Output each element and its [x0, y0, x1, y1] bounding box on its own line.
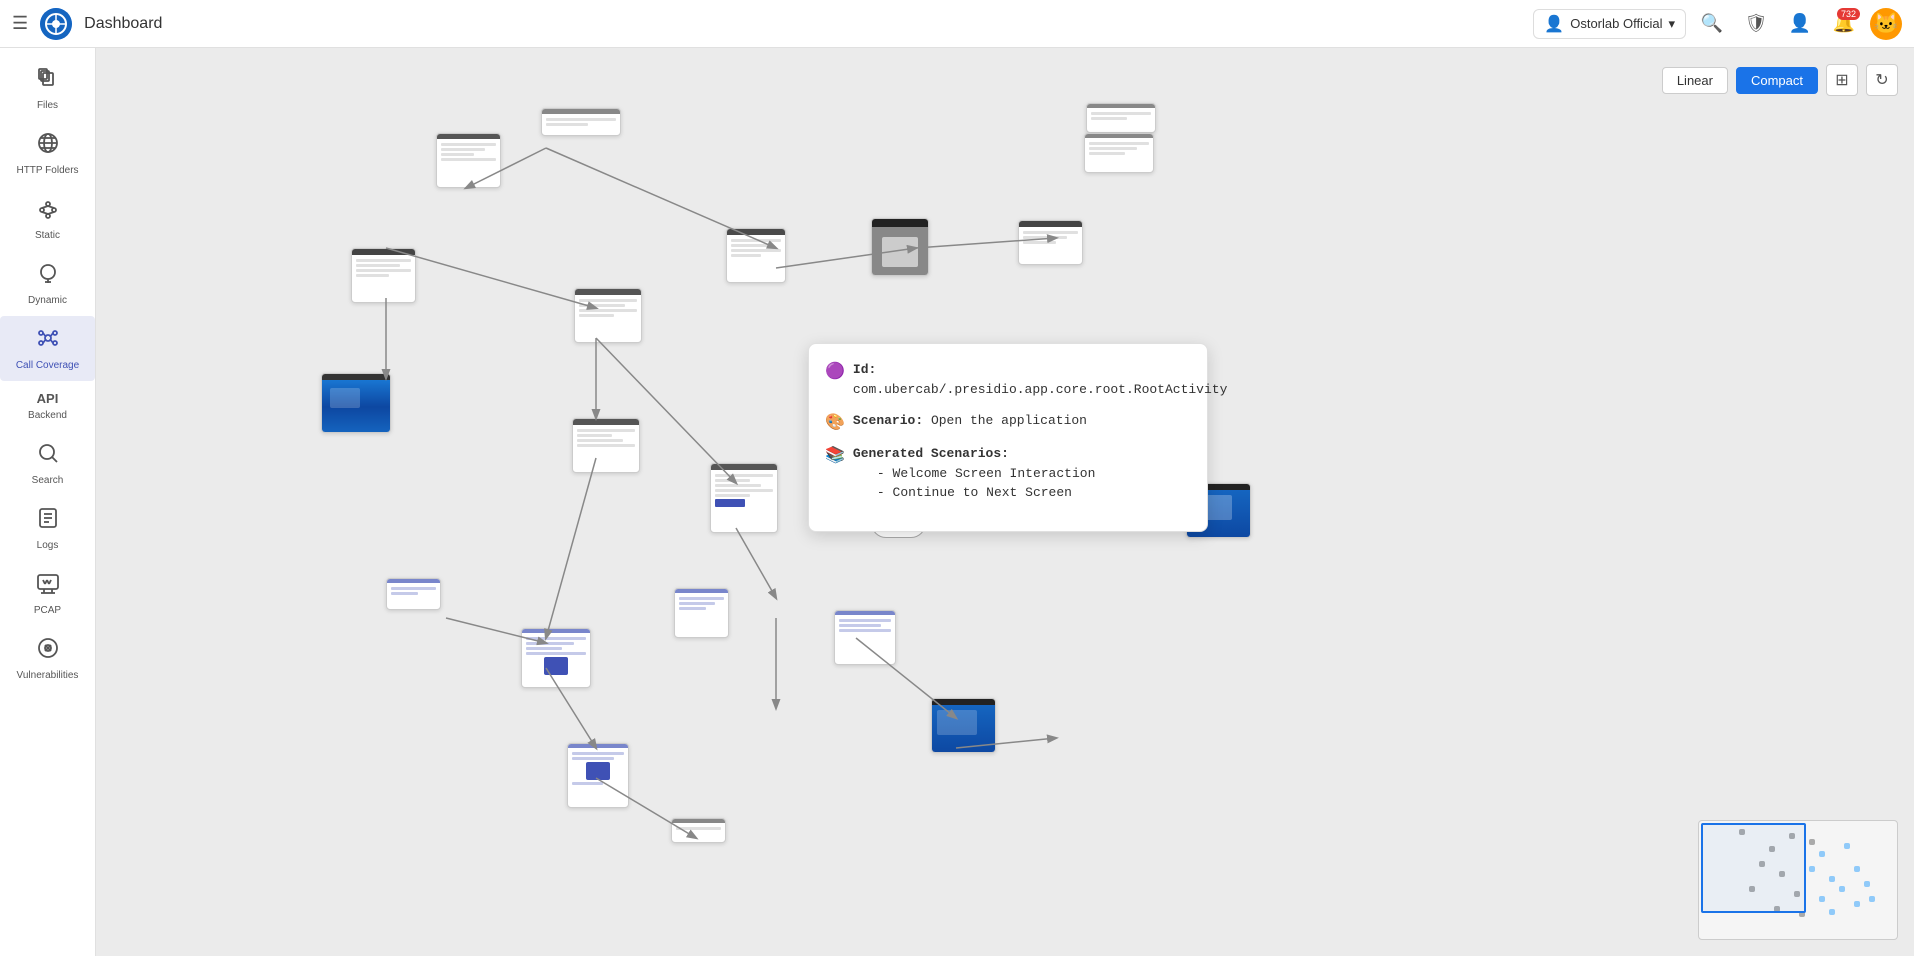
files-icon	[36, 66, 60, 96]
node-center-flow-2[interactable]	[572, 418, 640, 473]
canvas-area[interactable]: Linear Compact ⊞ ↻	[96, 48, 1914, 956]
sidebar-item-vulnerabilities[interactable]: Vulnerabilities	[0, 626, 95, 691]
refresh-button[interactable]: ↻	[1866, 64, 1898, 96]
node-bottom-center[interactable]	[710, 463, 778, 533]
sidebar-item-logs[interactable]: Logs	[0, 496, 95, 561]
profile-button[interactable]: 👤	[1782, 6, 1818, 42]
notifications-button[interactable]: 🔔 732	[1826, 6, 1862, 42]
sidebar-item-pcap[interactable]: PCAP	[0, 561, 95, 626]
tooltip-scenario-text: Scenario: Open the application	[853, 411, 1087, 431]
sidebar-item-backend[interactable]: API Backend	[0, 381, 95, 431]
org-name: Ostorlab Official	[1570, 16, 1662, 31]
sidebar-item-search[interactable]: Search	[0, 431, 95, 496]
search-button[interactable]: 🔍	[1694, 6, 1730, 42]
tooltip-id-icon: 🟣	[825, 361, 845, 381]
compact-layout-button[interactable]: Compact	[1736, 67, 1818, 94]
node-center-flow-1[interactable]	[574, 288, 642, 343]
tooltip-generated-items: - Welcome Screen Interaction - Continue …	[853, 464, 1095, 503]
page-title: Dashboard	[84, 15, 1521, 33]
nav-right: 👤 Ostorlab Official ▾ 🔍 🛡 👤 🔔 732 🐱	[1533, 6, 1902, 42]
nav-logo	[40, 8, 72, 40]
user-avatar[interactable]: 🐱	[1870, 8, 1902, 40]
sidebar-label-files: Files	[37, 100, 58, 111]
sidebar-label-vulnerabilities: Vulnerabilities	[17, 670, 79, 681]
node-center-screen[interactable]	[726, 228, 786, 283]
node-left-screenshot[interactable]	[321, 373, 391, 433]
sidebar: Files HTTP Folders	[0, 48, 96, 956]
shield-button[interactable]: 🛡	[1738, 6, 1774, 42]
navbar: ☰ Dashboard 👤 Ostorlab Official ▾ 🔍 🛡 👤 …	[0, 0, 1914, 48]
sidebar-label-dynamic: Dynamic	[28, 295, 67, 306]
node-center-left[interactable]	[351, 248, 416, 303]
graph-canvas[interactable]: 🟣 Id: com.ubercab/.presidio.app.core.roo…	[96, 48, 1914, 956]
node-scatter-5[interactable]	[567, 743, 629, 808]
logs-icon	[36, 506, 60, 536]
dynamic-icon	[36, 261, 60, 291]
node-scatter-3[interactable]	[521, 628, 591, 688]
sidebar-item-static[interactable]: Static	[0, 186, 95, 251]
node-bottom-right-screenshot[interactable]	[931, 698, 996, 753]
fit-view-button[interactable]: ⊞	[1826, 64, 1858, 96]
notification-badge: 732	[1837, 8, 1860, 20]
tooltip-scenario-icon: 🎨	[825, 412, 845, 432]
sidebar-label-logs: Logs	[37, 540, 59, 551]
tooltip-generated-text: Generated Scenarios: - Welcome Screen In…	[853, 444, 1095, 503]
minimap	[1698, 820, 1898, 940]
sidebar-label-pcap: PCAP	[34, 605, 61, 616]
sidebar-item-http-folders[interactable]: HTTP Folders	[0, 121, 95, 186]
sidebar-item-call-coverage[interactable]: Call Coverage	[0, 316, 95, 381]
chevron-down-icon: ▾	[1668, 16, 1675, 32]
org-selector[interactable]: 👤 Ostorlab Official ▾	[1533, 9, 1686, 39]
sidebar-label-http-folders: HTTP Folders	[16, 165, 78, 176]
node-main-dark[interactable]	[871, 218, 929, 276]
hamburger-button[interactable]: ☰	[12, 13, 28, 34]
node-top-left-small[interactable]	[436, 133, 501, 188]
backend-icon: API	[37, 391, 59, 406]
search-icon	[36, 441, 60, 471]
vulnerabilities-icon	[36, 636, 60, 666]
http-folders-icon	[36, 131, 60, 161]
tooltip-id-text: Id: com.ubercab/.presidio.app.core.root.…	[853, 360, 1227, 399]
sidebar-item-files[interactable]: Files	[0, 56, 95, 121]
minimap-viewport	[1701, 823, 1806, 913]
main-layout: Files HTTP Folders	[0, 48, 1914, 956]
sidebar-label-call-coverage: Call Coverage	[16, 360, 79, 371]
node-scatter-1[interactable]	[386, 578, 441, 610]
tooltip-id-row: 🟣 Id: com.ubercab/.presidio.app.core.roo…	[825, 360, 1191, 399]
org-icon: 👤	[1544, 14, 1564, 34]
tooltip-card: 🟣 Id: com.ubercab/.presidio.app.core.roo…	[808, 343, 1208, 532]
call-coverage-icon	[36, 326, 60, 356]
node-top-right[interactable]	[1086, 103, 1156, 133]
tooltip-scenario-row: 🎨 Scenario: Open the application	[825, 411, 1191, 432]
tooltip-generated-icon: 📚	[825, 445, 845, 465]
linear-layout-button[interactable]: Linear	[1662, 67, 1728, 94]
node-top-center[interactable]	[541, 108, 621, 136]
node-scatter-2[interactable]	[674, 588, 729, 638]
sidebar-label-static: Static	[35, 230, 60, 241]
node-bottom-most[interactable]	[671, 818, 726, 843]
pcap-icon	[36, 571, 60, 601]
node-far-top-right[interactable]	[1084, 133, 1154, 173]
canvas-toolbar: Linear Compact ⊞ ↻	[1662, 64, 1898, 96]
sidebar-label-search: Search	[32, 475, 64, 486]
sidebar-item-dynamic[interactable]: Dynamic	[0, 251, 95, 316]
sidebar-label-backend: Backend	[28, 410, 67, 421]
node-right-screen[interactable]	[1018, 220, 1083, 265]
tooltip-generated-row: 📚 Generated Scenarios: - Welcome Screen …	[825, 444, 1191, 503]
static-icon	[36, 196, 60, 226]
node-scatter-4[interactable]	[834, 610, 896, 665]
